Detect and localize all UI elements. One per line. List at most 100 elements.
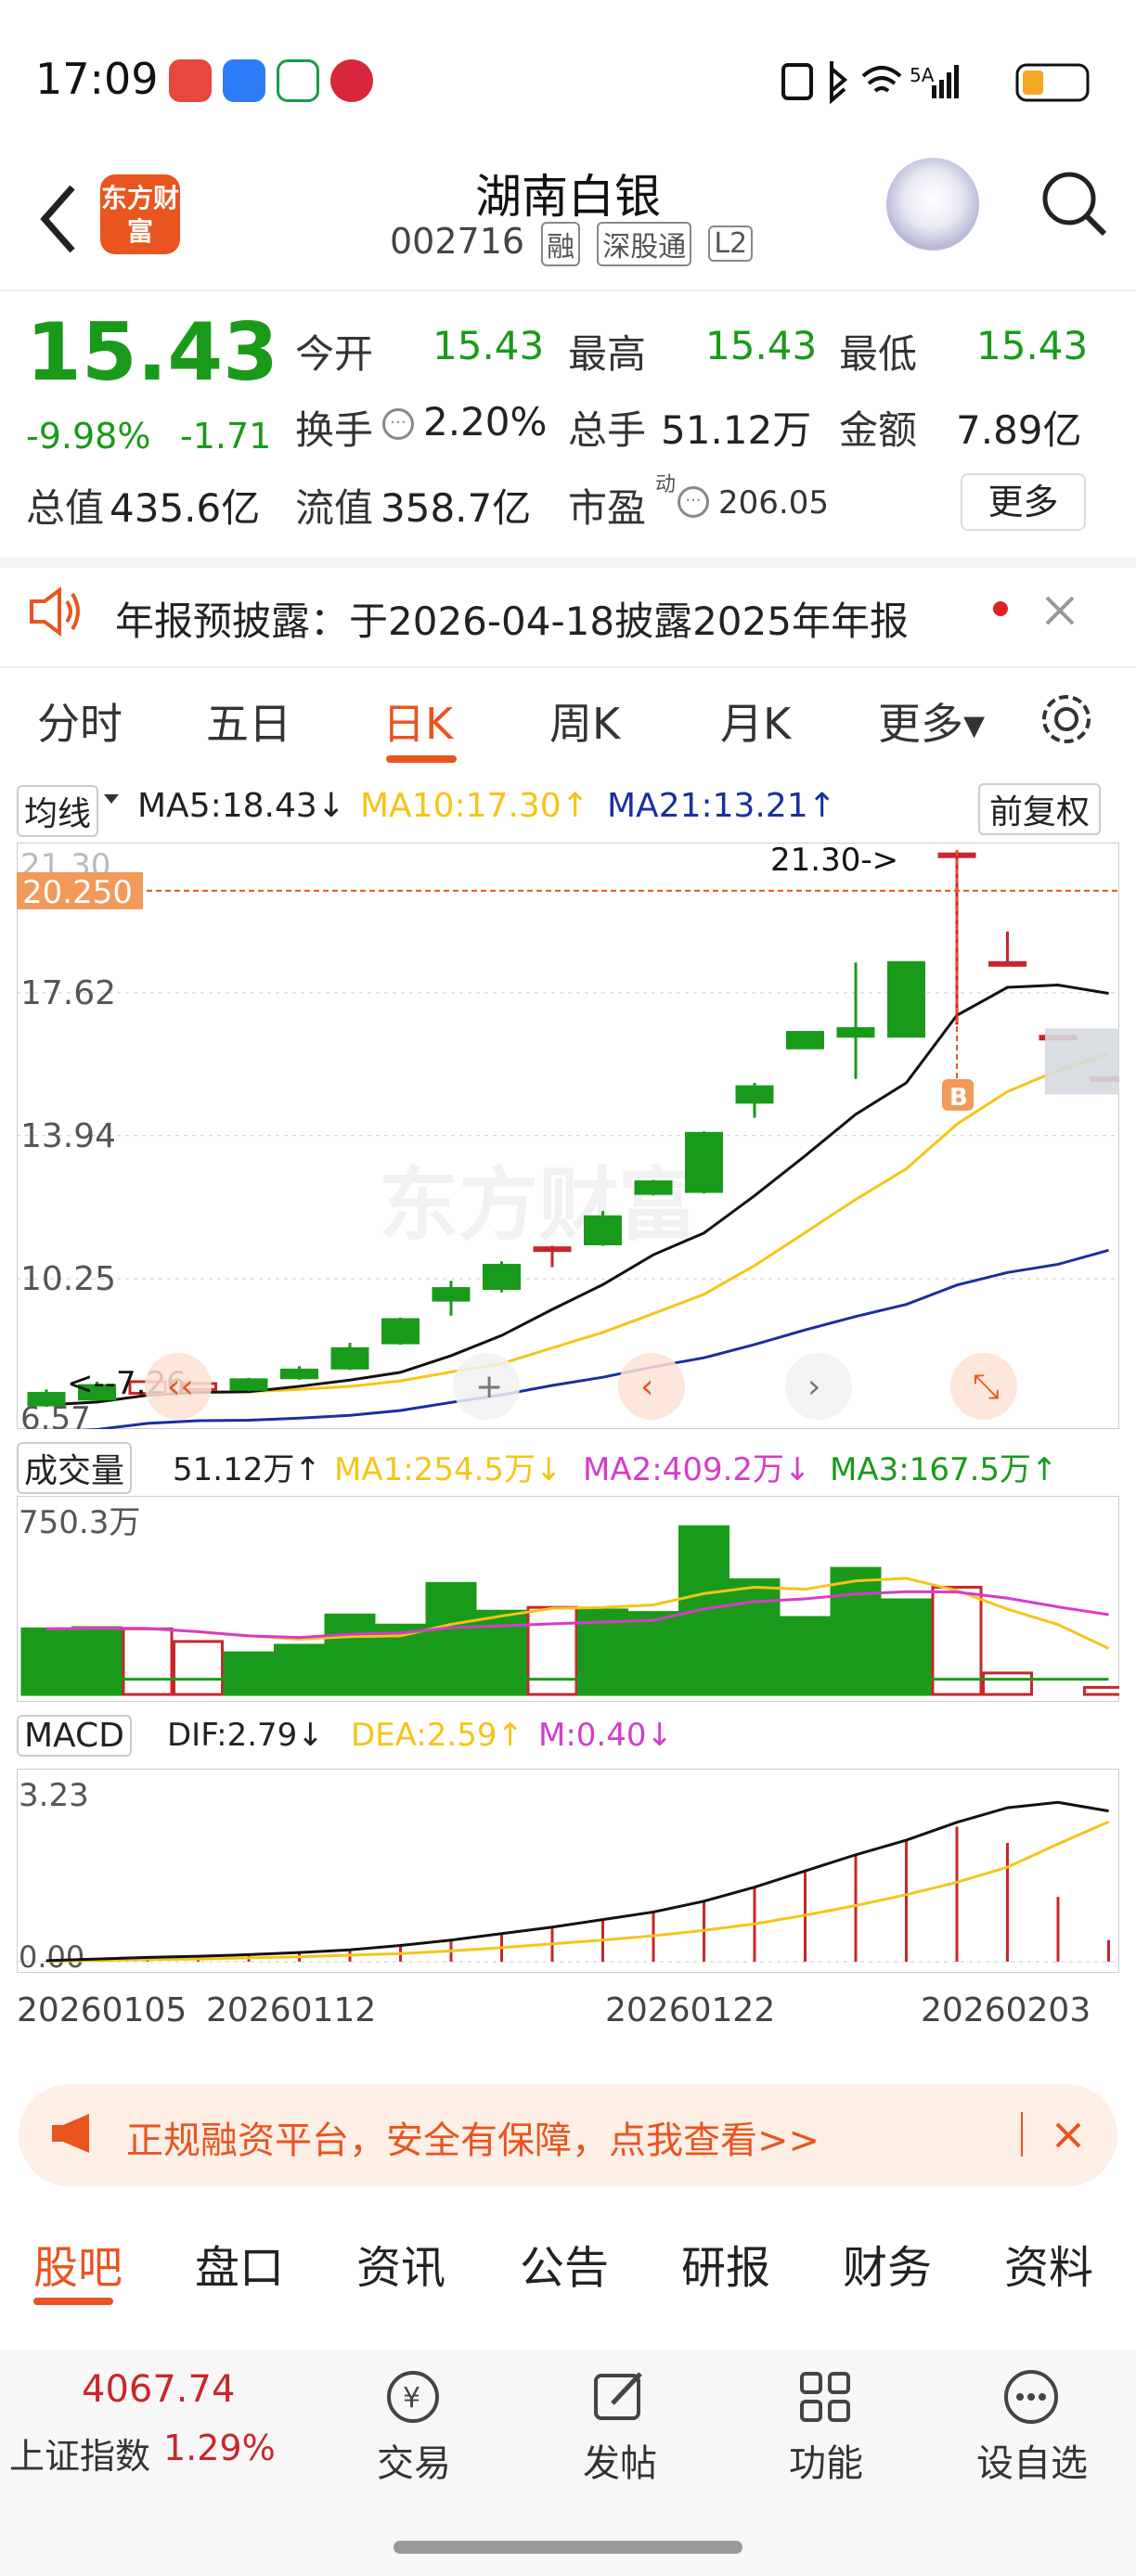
tab-five-day[interactable]: 五日 (206, 690, 291, 752)
candle (533, 1246, 572, 1253)
more-options-icon[interactable] (1000, 2368, 1062, 2426)
margin-tag: 融 (541, 221, 581, 266)
more-button[interactable]: 更多 (961, 473, 1086, 531)
price-tick: 13.94 (20, 1117, 116, 1155)
megaphone-icon (52, 2114, 89, 2153)
max-label: 21.30-> (770, 843, 898, 879)
ma10-legend: MA10:17.30↑ (360, 787, 589, 825)
volume-bar (678, 1525, 729, 1696)
volume-label: 总手 (568, 407, 647, 453)
macd-max-label: 3.23 (19, 1777, 89, 1814)
buy-marker-label: B (949, 1084, 968, 1112)
network-label: 5A (910, 64, 935, 86)
close-icon[interactable] (1043, 594, 1077, 627)
connect-tag: 深股通 (597, 221, 692, 266)
volume-bar (780, 1616, 831, 1696)
volume-bar (274, 1643, 325, 1696)
high-value: 15.43 (705, 323, 818, 368)
tab-more[interactable]: 更多▾ (878, 690, 985, 752)
last-price: 15.43 (26, 306, 279, 399)
nav-add-watchlist[interactable]: 设自选 (958, 2433, 1106, 2487)
volume-bar (627, 1611, 679, 1696)
bluetooth-icon (830, 61, 848, 105)
candle (330, 1346, 369, 1370)
wifi-icon (861, 66, 902, 93)
home-indicator[interactable] (394, 2541, 742, 2554)
highlight-box (1045, 1028, 1119, 1095)
assistant-avatar[interactable] (886, 158, 979, 251)
candlestick-chart[interactable]: 东方财富17.6213.9410.256.5721.3020.25021.30-… (17, 843, 1119, 1429)
candle (584, 1215, 622, 1245)
turnover-value: 2.20% (423, 399, 548, 444)
tab-profile[interactable]: 资料 (1004, 2231, 1093, 2296)
search-icon[interactable] (1038, 167, 1112, 241)
candle (634, 1180, 673, 1195)
index-name[interactable]: 上证指数 (9, 2428, 150, 2479)
candle (381, 1318, 420, 1345)
tab-guba[interactable]: 股吧 (33, 2231, 123, 2296)
functions-icon[interactable] (796, 2368, 856, 2426)
zoom-out-icon-glyph: ‹‹ (167, 1368, 194, 1406)
low-value: 15.43 (976, 323, 1089, 368)
mcap-label: 总值 (26, 485, 105, 531)
section-divider (0, 557, 1136, 568)
volume-bar (982, 1671, 1033, 1696)
candle (483, 1263, 521, 1291)
active-tab-indicator (386, 755, 457, 763)
pe-info-icon[interactable]: ··· (678, 486, 709, 518)
candle (887, 960, 925, 1038)
notice-text[interactable]: 年报预披露：于2026-04-18披露2025年年报 (115, 590, 909, 647)
volume-bar (71, 1626, 123, 1696)
l2-tag: L2 (708, 225, 754, 262)
change-pct: -9.98% (26, 416, 151, 457)
volume-selector[interactable]: 成交量 (17, 1442, 133, 1494)
volume-bar (526, 1605, 578, 1696)
tab-intraday[interactable]: 分时 (37, 690, 123, 752)
ma-selector[interactable]: 均线 (17, 785, 99, 837)
close-icon[interactable] (1054, 2121, 1082, 2149)
tab-finance[interactable]: 财务 (843, 2231, 932, 2296)
candle (836, 1026, 875, 1038)
pe-superscript: 动 (655, 473, 677, 496)
speaker-icon (30, 586, 80, 637)
macd-zero-label: 0.00 (19, 1939, 84, 1973)
post-icon[interactable] (590, 2368, 650, 2426)
volume-bar (1083, 1685, 1119, 1696)
zoom-in-icon-glyph: + (475, 1368, 503, 1406)
divider (0, 290, 1136, 291)
volume-bar (425, 1581, 477, 1696)
nav-functions[interactable]: 功能 (752, 2433, 900, 2487)
tab-research[interactable]: 研报 (681, 2231, 770, 2296)
tab-monthly-k[interactable]: 月K (720, 690, 791, 752)
nav-trade[interactable]: 交易 (340, 2433, 488, 2487)
tab-daily-k[interactable]: 日K (382, 690, 453, 752)
volume-max-label: 750.3万 (19, 1504, 140, 1541)
macd-selector[interactable]: MACD (17, 1715, 132, 1757)
index-value[interactable]: 4067.74 (82, 2368, 235, 2411)
high-label: 最高 (568, 331, 647, 377)
nav-post[interactable]: 发帖 (546, 2433, 694, 2487)
volume-bar (223, 1651, 275, 1696)
banner-text[interactable]: 正规融资平台，安全有保障，点我查看>> (126, 2110, 820, 2164)
vol-ma1-legend: MA1:254.5万↓ (334, 1451, 562, 1488)
divider (0, 666, 1136, 668)
pan-left-icon-glyph: ‹ (640, 1368, 653, 1406)
tab-orderbook[interactable]: 盘口 (195, 2231, 284, 2296)
macd-chart[interactable]: 3.23 0.00 (17, 1769, 1119, 1973)
info-icon[interactable]: ··· (382, 408, 414, 440)
mcap-value: 435.6亿 (110, 485, 261, 531)
amount-label: 金额 (839, 407, 918, 453)
settings-icon[interactable] (1038, 690, 1095, 748)
tab-weekly-k[interactable]: 周K (549, 690, 620, 752)
volume-chart[interactable]: 750.3万 (17, 1496, 1119, 1702)
tab-news[interactable]: 资讯 (356, 2231, 445, 2296)
adjust-button[interactable]: 前复权 (978, 783, 1102, 835)
trade-icon[interactable]: ¥ (381, 2368, 445, 2426)
float-label: 流值 (295, 485, 374, 531)
ma21-legend: MA21:13.21↑ (607, 787, 836, 825)
volume-bar (830, 1566, 882, 1696)
volume-bar (173, 1640, 224, 1696)
date-label: 20260122 (605, 1991, 776, 2029)
tab-announcements[interactable]: 公告 (520, 2231, 609, 2296)
date-label: 20260112 (206, 1991, 377, 2029)
